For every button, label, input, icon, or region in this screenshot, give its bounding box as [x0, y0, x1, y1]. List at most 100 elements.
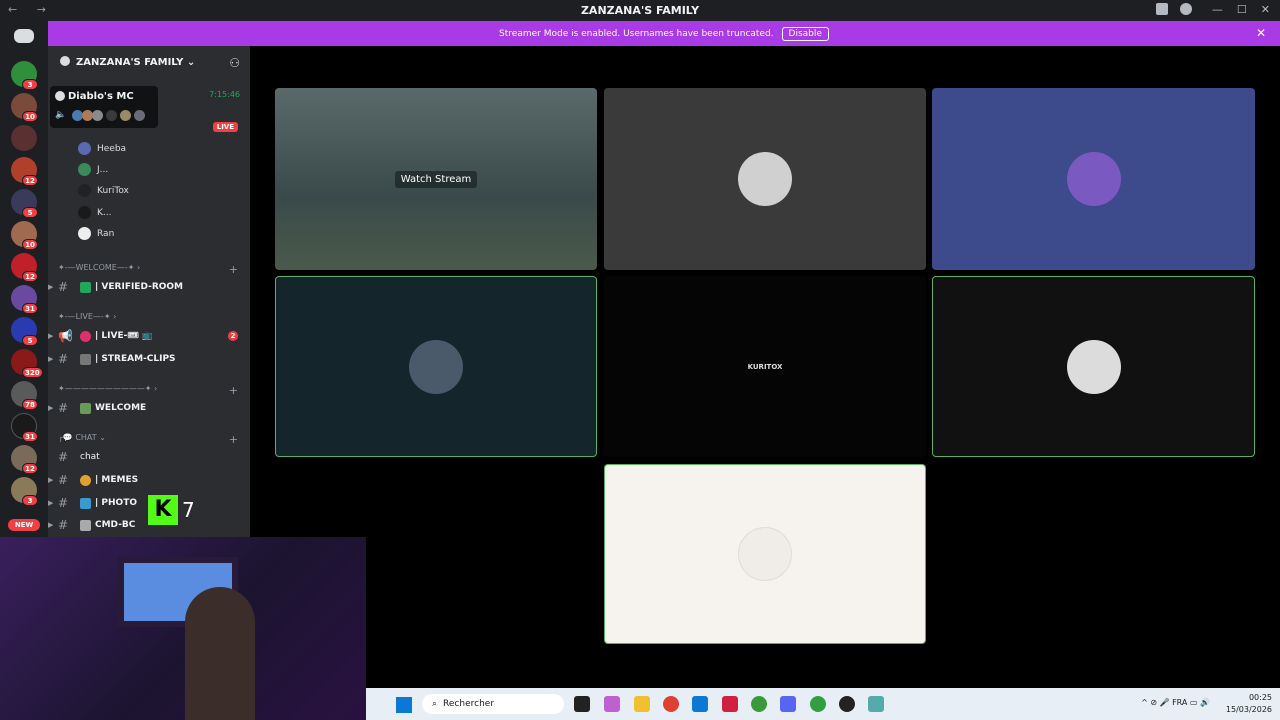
channel-live[interactable]: ▶ 📢 | LIVE-🎟 📺 2 — [48, 326, 250, 346]
category-label: ✦-—WELCOME—-✦ — [58, 263, 135, 272]
category-label: ✦——————————✦ — [58, 384, 152, 393]
browser-icon[interactable] — [751, 696, 767, 712]
participant-tile[interactable] — [932, 88, 1255, 270]
close-window-icon[interactable]: ✕ — [1261, 3, 1270, 16]
chrome-icon[interactable] — [810, 696, 826, 712]
avatar — [120, 110, 131, 121]
task-view-icon[interactable] — [574, 696, 590, 712]
add-channel-icon[interactable]: + — [229, 433, 238, 446]
disable-button[interactable]: Disable — [781, 26, 829, 41]
mention-badge: 3 — [22, 495, 38, 506]
category-blank[interactable]: ✦——————————✦ › + — [58, 384, 238, 397]
voice-user[interactable]: Ran — [78, 227, 114, 240]
server-icon[interactable] — [11, 125, 37, 151]
voice-user[interactable]: K... — [78, 206, 111, 219]
channel-label: | VERIFIED-ROOM — [95, 282, 184, 292]
plant-icon — [80, 402, 91, 414]
watch-stream-button[interactable]: Watch Stream — [394, 170, 478, 188]
announcement-icon: 📢 — [58, 329, 73, 343]
taskbar-search[interactable]: ⌕ Rechercher — [422, 694, 564, 714]
category-label: ╭💬 CHAT — [58, 433, 97, 442]
kick-logo-icon: K — [148, 495, 178, 525]
app-icon[interactable] — [868, 696, 884, 712]
robot-icon — [80, 519, 91, 531]
streamer-silhouette — [185, 587, 255, 720]
obs-icon[interactable] — [839, 696, 855, 712]
language-indicator[interactable]: FRA — [1172, 698, 1187, 707]
discord-icon[interactable] — [780, 696, 796, 712]
channel-label: | PHOTO — [95, 498, 137, 508]
inbox-icon[interactable] — [1156, 3, 1168, 15]
clock-date: 15/03/2026 — [1225, 705, 1272, 714]
chrome-icon[interactable] — [663, 696, 679, 712]
category-chat[interactable]: ╭💬 CHAT ⌄ + — [58, 433, 238, 446]
copilot-icon[interactable] — [604, 696, 620, 712]
app-icon[interactable] — [722, 696, 738, 712]
webcam-overlay — [0, 537, 366, 720]
clock-time: 00:25 — [1248, 693, 1272, 702]
avatar — [92, 110, 103, 121]
participant-tile[interactable] — [604, 464, 926, 644]
mention-badge: 3 — [22, 79, 38, 90]
category-welcome[interactable]: ✦-—WELCOME—-✦ › + — [58, 263, 238, 276]
channel-label: | MEMES — [95, 475, 139, 485]
mention-badge: 31 — [22, 431, 38, 442]
category-live[interactable]: ✦-—LIVE—-✦ › — [58, 312, 238, 321]
voice-channel-tooltip: Diablo's MC 🔈 — [50, 86, 158, 128]
avatar — [409, 339, 463, 394]
avatar — [738, 152, 792, 206]
channel-sidebar: ZANZANA'S FAMILY ⌄ ⚇ Diablo's MC 🔈 7:15:… — [48, 46, 250, 540]
clock[interactable]: 00:25 15/03/2026 — [1226, 692, 1272, 716]
avatar — [78, 227, 91, 240]
server-badge-icon — [55, 91, 65, 101]
voice-user[interactable]: KuriTox — [78, 184, 129, 197]
store-icon[interactable] — [692, 696, 708, 712]
avatar — [78, 163, 91, 176]
channel-label: CMD-BC — [95, 520, 136, 530]
photo-icon — [80, 497, 91, 509]
voice-user[interactable]: Heeba — [78, 142, 126, 155]
voice-elapsed-time: 7:15:46 — [209, 90, 240, 99]
kick-overlay: K 7 — [148, 493, 200, 527]
avatar — [78, 206, 91, 219]
avatar — [1066, 152, 1121, 206]
discord-home-icon[interactable] — [14, 29, 34, 43]
minimize-icon[interactable]: — — [1212, 3, 1223, 16]
add-channel-icon[interactable]: + — [229, 384, 238, 397]
speaker-icon: 🔈 — [55, 110, 67, 120]
participant-tile[interactable] — [275, 276, 597, 457]
windows-start-icon[interactable] — [396, 697, 412, 713]
voice-user-name: Ran — [97, 228, 115, 239]
kuritox-logo: KURITOX — [747, 362, 783, 371]
voice-user[interactable]: J... — [78, 163, 108, 176]
server-name: ZANZANA'S FAMILY — [76, 57, 184, 68]
kick-number: 7 — [182, 498, 195, 522]
mention-badge: 31 — [22, 303, 38, 314]
mention-badge: 10 — [22, 111, 38, 122]
clapper-icon — [80, 353, 91, 365]
participant-tile[interactable]: KURITOX — [604, 276, 926, 457]
maximize-icon[interactable]: ☐ — [1237, 3, 1247, 16]
invite-icon[interactable]: ⚇ — [229, 56, 240, 70]
channel-verified-room[interactable]: ▶ # | VERIFIED-ROOM — [48, 277, 250, 297]
channel-chat[interactable]: # chat — [48, 447, 250, 467]
channel-stream-clips[interactable]: ▶ # | STREAM-CLIPS — [48, 349, 250, 369]
add-channel-icon[interactable]: + — [229, 263, 238, 276]
explorer-icon[interactable] — [634, 696, 650, 712]
avatar — [1066, 339, 1121, 394]
avatar — [78, 184, 91, 197]
system-tray[interactable]: ^ ⊘ 🎤 FRA ▭ 🔊 — [1141, 698, 1210, 707]
channel-welcome[interactable]: ▶ # WELCOME — [48, 398, 250, 418]
channel-label: WELCOME — [95, 403, 147, 413]
participant-tile[interactable] — [932, 276, 1255, 457]
participant-tile[interactable] — [604, 88, 926, 270]
close-icon[interactable]: ✕ — [1256, 26, 1266, 40]
streamer-mode-banner: Streamer Mode is enabled. Usernames have… — [48, 21, 1280, 46]
stream-tile[interactable]: Watch Stream — [275, 88, 597, 270]
windows-taskbar: ⌕ Rechercher ^ ⊘ 🎤 FRA ▭ 🔊 00:25 15/03/202… — [366, 688, 1280, 720]
server-header[interactable]: ZANZANA'S FAMILY ⌄ — [60, 56, 195, 68]
channel-memes[interactable]: ▶ # | MEMES — [48, 470, 250, 490]
mention-badge: 320 — [22, 367, 43, 378]
channel-label: chat — [80, 452, 100, 462]
help-icon[interactable] — [1180, 3, 1192, 15]
